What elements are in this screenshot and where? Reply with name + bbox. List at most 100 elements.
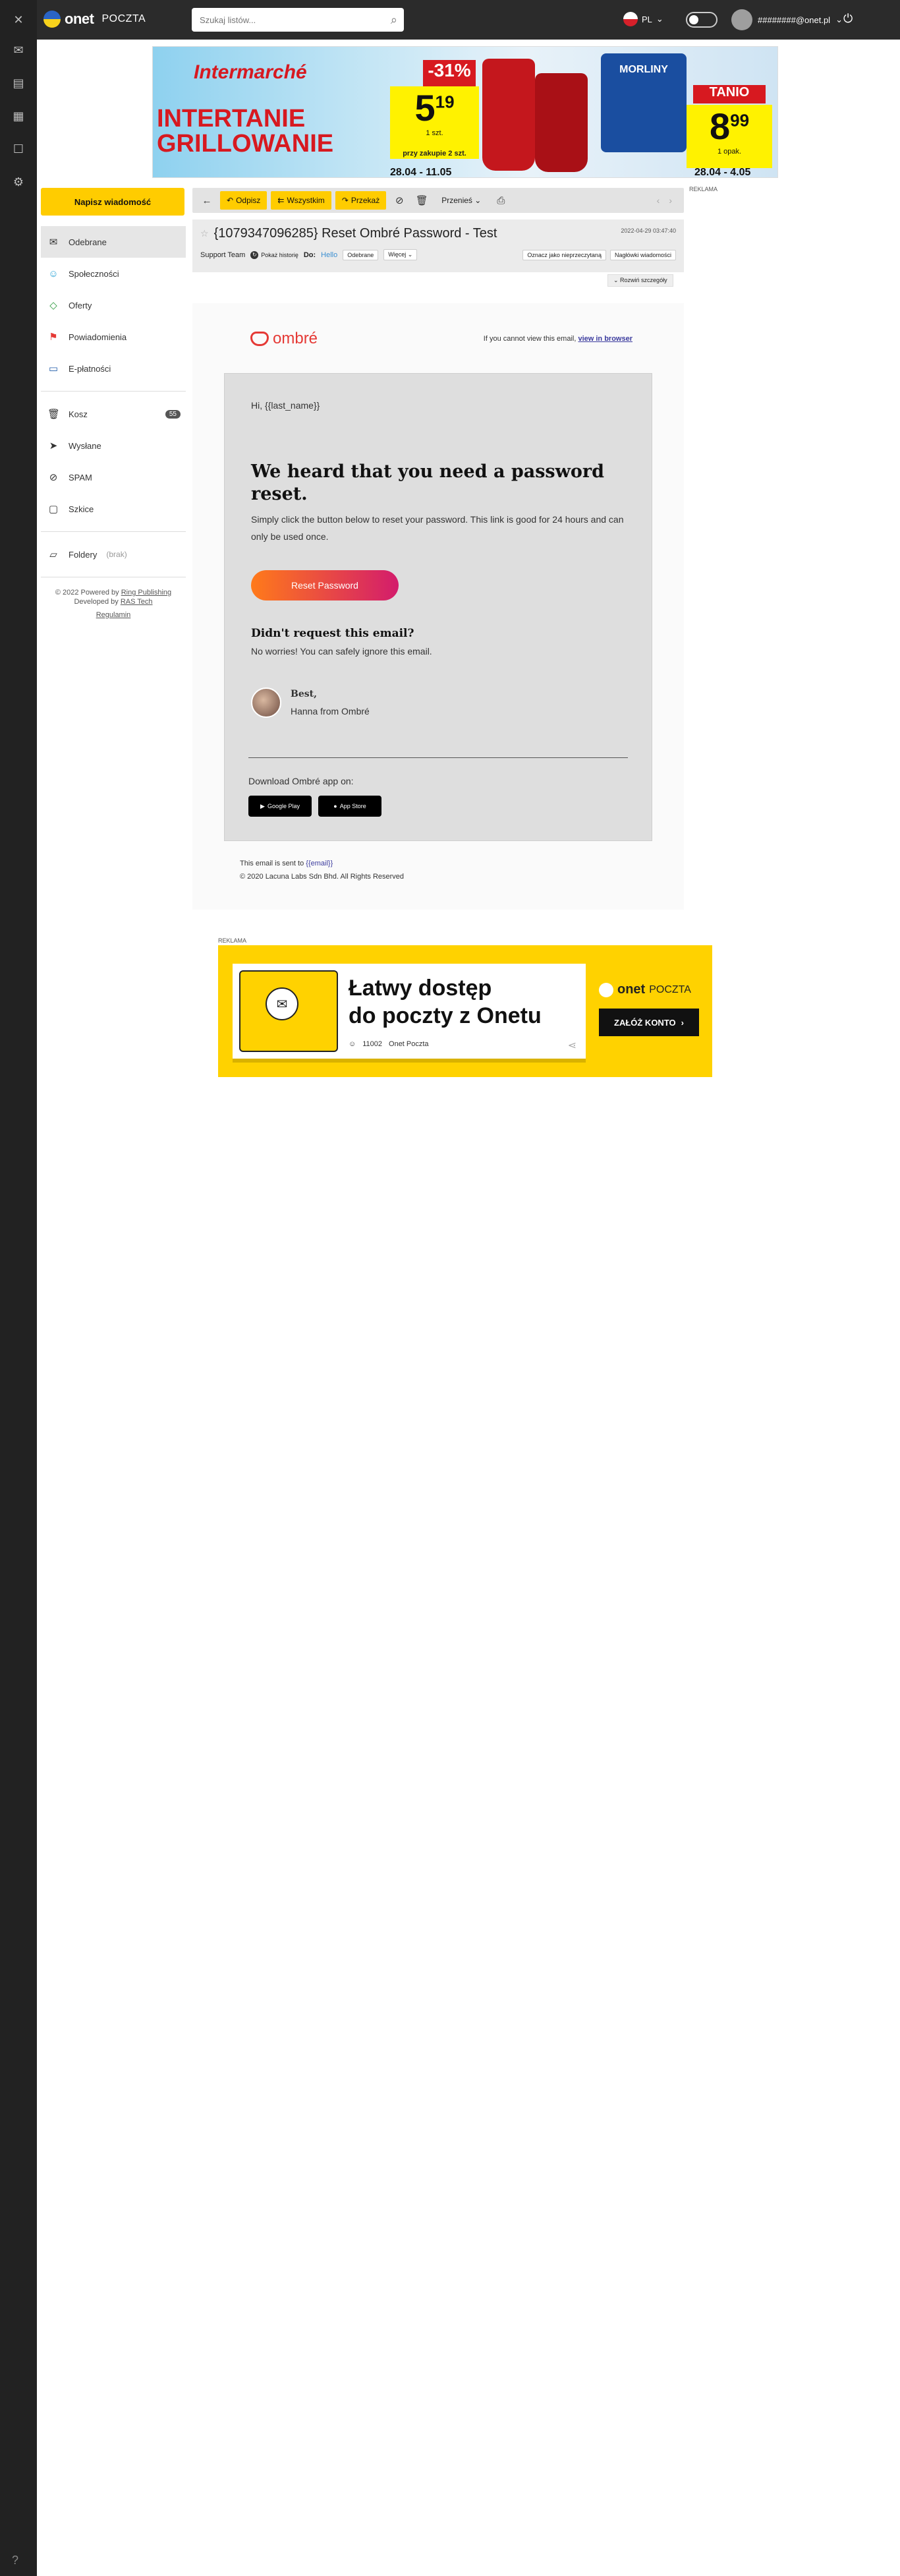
move-label: Przenieś: [441, 196, 472, 205]
message-toolbar: ← ↶ Odpisz ⇇ Wszystkim ↷ Przekaż ⊘ 🗑 Przeni…: [192, 188, 684, 213]
top-ad-banner[interactable]: Intermarché INTERTANIE GRILLOWANIE -31% …: [152, 46, 778, 178]
logout-icon[interactable]: ⏻: [843, 12, 853, 26]
move-dropdown[interactable]: Przenieś ⌄: [435, 196, 488, 205]
create-account-button[interactable]: ZAŁÓŻ KONTO ›: [599, 1009, 699, 1036]
expand-details-button[interactable]: ⌄ Rozwiń szczegóły: [607, 274, 673, 287]
sidebar-item-notifications[interactable]: ⚑ Powiadomienia: [41, 321, 186, 353]
message-header: ☆ {1079347096285} Reset Ombré Password -…: [192, 220, 684, 272]
send-icon: ➤: [49, 440, 58, 452]
share-icon[interactable]: ⋖: [568, 1039, 577, 1052]
theme-toggle[interactable]: [686, 12, 717, 28]
reply-all-button[interactable]: ⇇ Wszystkim: [271, 191, 331, 210]
folders-hint: (brak): [106, 550, 127, 559]
signature: Best, Hanna from Ombré: [251, 685, 625, 720]
ad-price-2-main: 8: [709, 105, 731, 147]
expand-label: Rozwiń szczegóły: [620, 277, 667, 283]
label-pill[interactable]: Odebrane: [343, 249, 379, 260]
sidebar-footer: © 2022 Powered by Ring Publishing Develo…: [41, 588, 186, 620]
chevron-down-icon: ⌄: [656, 14, 663, 24]
trash-icon[interactable]: 🗑: [412, 191, 431, 210]
next-message-icon[interactable]: ›: [669, 195, 672, 206]
sidebar-item-drafts[interactable]: ▢ Szkice: [41, 493, 186, 525]
language-label: PL: [642, 14, 652, 24]
contacts-icon[interactable]: ▦: [11, 108, 26, 124]
sidebar-item-inbox[interactable]: ✉ Odebrane: [41, 226, 186, 258]
user-menu[interactable]: ########@onet.pl ⌄: [731, 9, 843, 30]
ras-tech-link[interactable]: RAS Tech: [121, 598, 153, 606]
sidebar-item-payments[interactable]: ▭ E-płatności: [41, 353, 186, 384]
ad-onet-logo: onet POCZTA: [599, 982, 691, 997]
star-icon[interactable]: ☆: [200, 228, 209, 239]
ombre-brand: ombré: [273, 330, 318, 347]
greeting: Hi, {{last_name}}: [251, 400, 320, 411]
prev-message-icon[interactable]: ‹: [657, 195, 660, 206]
ring-publishing-link[interactable]: Ring Publishing: [121, 589, 171, 597]
user-email: ########@onet.pl: [758, 15, 831, 25]
sidebar-item-spam[interactable]: ⊘ SPAM: [41, 461, 186, 493]
back-arrow-icon[interactable]: ←: [198, 191, 216, 210]
ad-title: Łatwy dostęp do poczty z Onetu: [349, 974, 542, 1030]
sidebar-item-label: Kosz: [69, 409, 88, 419]
payments-icon: ▭: [48, 363, 59, 374]
message-date: 2022-04-29 03:47:40: [621, 227, 676, 234]
ad-brand-sub: POCZTA: [649, 983, 691, 995]
ad-brand-2: MORLINY: [619, 64, 668, 75]
sidebar-item-folders[interactable]: ▱ Foldery (brak): [41, 539, 186, 570]
forward-label: Przekaż: [351, 196, 380, 205]
help-icon[interactable]: ?: [12, 2554, 18, 2567]
sidebar-item-trash[interactable]: 🗑 Kosz 55: [41, 398, 186, 430]
mark-unread-button[interactable]: Oznacz jako nieprzeczytaną: [522, 249, 606, 260]
print-icon[interactable]: ⎙: [492, 191, 510, 210]
spam-icon: ⊘: [49, 472, 58, 483]
search-box[interactable]: ⌕: [192, 8, 404, 32]
sender-name[interactable]: Support Team: [200, 251, 245, 259]
more-dropdown[interactable]: Więcej ⌄: [383, 249, 418, 260]
app-store-badge[interactable]: ● App Store: [318, 796, 381, 817]
footer-developed: Developed by: [74, 598, 119, 606]
signature-text: Best, Hanna from Ombré: [291, 685, 370, 720]
flag-icon: ⚑: [49, 332, 58, 343]
logo-sub: POCZTA: [101, 13, 146, 24]
toggle-knob: [689, 15, 698, 24]
to-label: Do:: [303, 250, 316, 259]
ad-tanio: TANIO: [693, 85, 766, 103]
tag-icon: ◇: [49, 300, 57, 311]
ombre-logo-icon: [250, 332, 269, 346]
block-icon[interactable]: ⊘: [390, 191, 408, 210]
footer-email-var: {{email}}: [306, 860, 333, 867]
compose-button[interactable]: Napisz wiadomość: [41, 188, 184, 216]
ad-meta: ☺ 11002 Onet Poczta: [349, 1040, 429, 1048]
calendar-icon[interactable]: ☐: [11, 141, 26, 157]
sidebar-item-social[interactable]: ☺ Społeczności: [41, 258, 186, 289]
folder-icon: ▱: [49, 549, 57, 560]
forward-button[interactable]: ↷ Przekaż: [335, 191, 387, 210]
gear-icon[interactable]: ⚙: [11, 174, 26, 190]
show-history-button[interactable]: ↻ Pokaż historię: [250, 250, 298, 259]
recipient[interactable]: Hello: [321, 251, 337, 259]
divider: [41, 391, 186, 392]
trash-icon: 🗑: [47, 409, 61, 420]
ad-brand: onet: [617, 982, 646, 997]
mail-icon[interactable]: ✉: [11, 42, 26, 58]
sidebar-item-sent[interactable]: ➤ Wysłane: [41, 430, 186, 461]
notes-icon[interactable]: ▤: [11, 75, 26, 91]
message-headers-button[interactable]: Nagłówki wiadomości: [609, 249, 676, 260]
sidebar-item-label: Powiadomienia: [69, 332, 127, 342]
search-input[interactable]: [192, 8, 370, 32]
reset-password-button[interactable]: Reset Password: [251, 570, 399, 600]
close-icon[interactable]: ✕: [11, 12, 26, 28]
footer-prefix: This email is sent to: [240, 860, 304, 867]
ad-price-1-note: przy zakupie 2 szt.: [403, 150, 466, 158]
rules-link[interactable]: Regulamin: [41, 610, 186, 620]
people-icon: ☺: [48, 268, 59, 279]
language-selector[interactable]: PL ⌄: [623, 12, 663, 26]
google-play-badge[interactable]: ▶ Google Play: [248, 796, 312, 817]
view-in-browser-link[interactable]: view in browser: [578, 335, 633, 343]
ad-discount: -31%: [423, 60, 476, 86]
reply-button[interactable]: ↶ Odpisz: [220, 191, 267, 210]
sidebar-item-offers[interactable]: ◇ Oferty: [41, 289, 186, 321]
bottom-ad-banner[interactable]: ✉ Łatwy dostęp do poczty z Onetu ☺ 11002…: [218, 945, 712, 1077]
search-icon[interactable]: ⌕: [391, 13, 397, 27]
onet-logo[interactable]: onet POCZTA: [43, 11, 146, 28]
chevron-down-icon: ⌄: [474, 196, 482, 205]
